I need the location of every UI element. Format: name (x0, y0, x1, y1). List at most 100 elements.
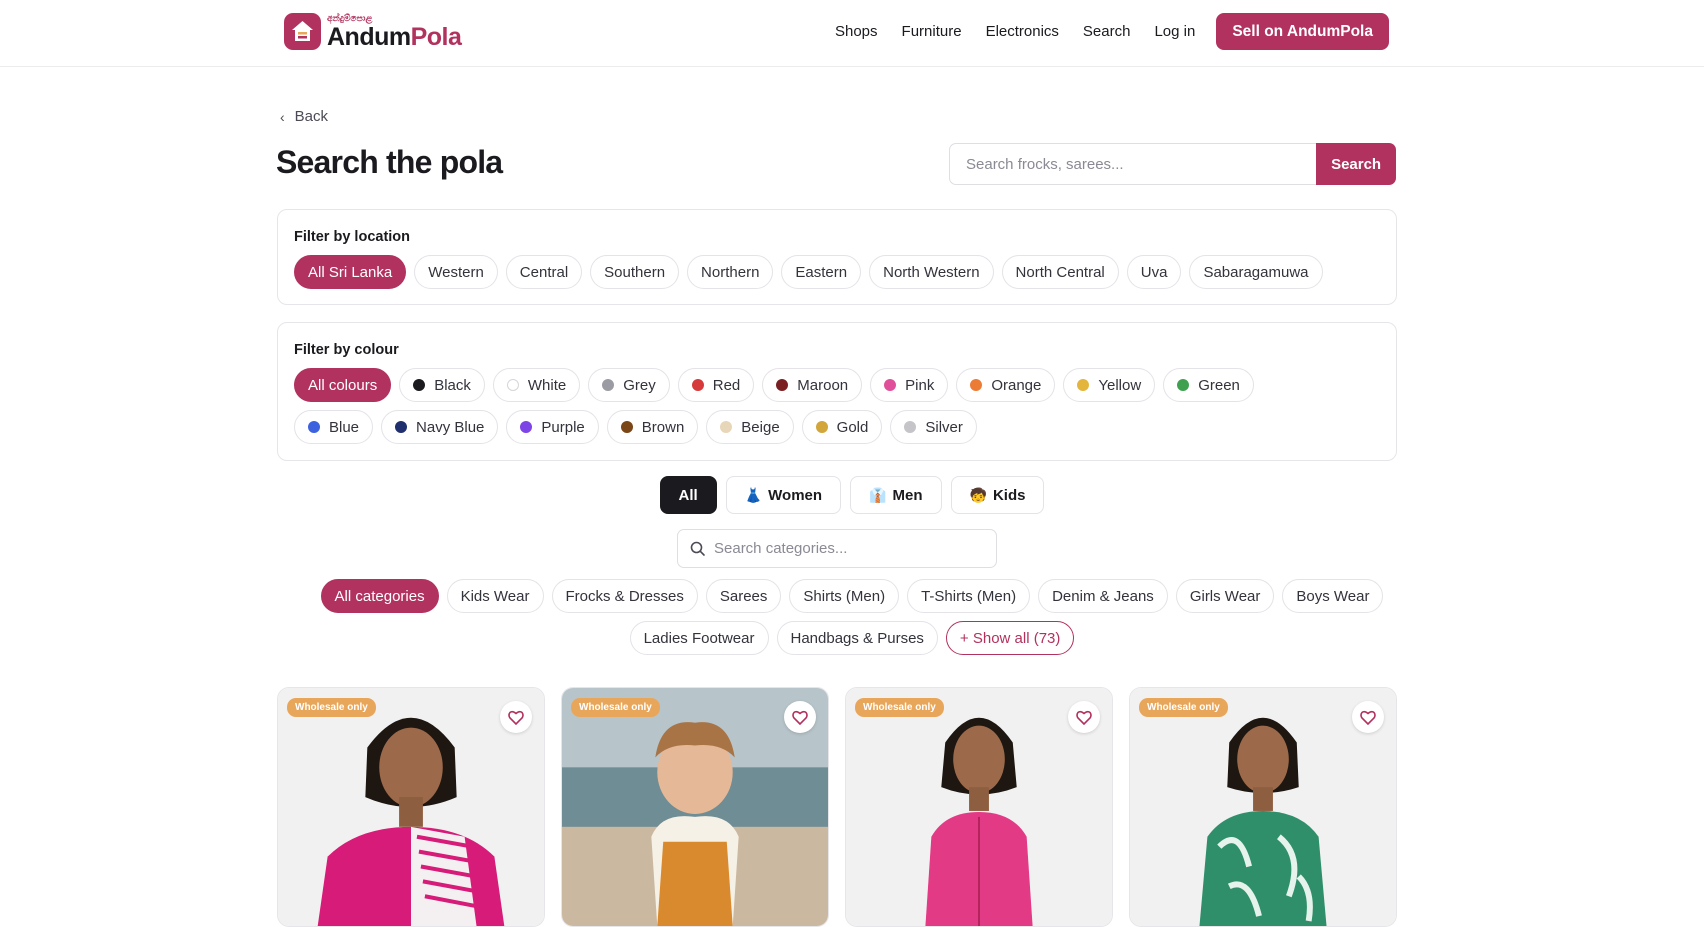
colour-swatch-icon (1077, 379, 1090, 391)
nav-login[interactable]: Log in (1154, 23, 1195, 40)
category-chip-frocks-dresses[interactable]: Frocks & Dresses (551, 579, 698, 613)
colour-chip-brown[interactable]: Brown (606, 410, 699, 444)
location-chip-north-western[interactable]: North Western (869, 255, 994, 289)
location-chip-central[interactable]: Central (505, 255, 583, 289)
search-icon (690, 541, 705, 556)
colour-chip-pink[interactable]: Pink (870, 368, 949, 402)
colour-chip-navy-blue[interactable]: Navy Blue (381, 410, 499, 444)
logo-wordmark: AndumPola (327, 23, 462, 51)
nav-furniture[interactable]: Furniture (902, 23, 962, 40)
location-chip-north-central[interactable]: North Central (1001, 255, 1119, 289)
product-card[interactable]: Wholesale only (845, 687, 1113, 927)
colour-chip-yellow[interactable]: Yellow (1063, 368, 1156, 402)
colour-chip-label: Red (712, 376, 741, 394)
colour-chip-maroon[interactable]: Maroon (762, 368, 863, 402)
location-filter-panel: Filter by location All Sri Lanka Western C… (277, 209, 1397, 305)
category-chip-ladies-footwear[interactable]: Ladies Footwear (629, 621, 769, 655)
show-all-categories-button[interactable]: + Show all (73) (945, 621, 1075, 655)
category-chip-denim-jeans[interactable]: Denim & Jeans (1038, 579, 1168, 613)
category-chip-girls-wear[interactable]: Girls Wear (1175, 579, 1275, 613)
top-header: අන්දුම්පොළ AndumPola Shops Furniture Ele… (0, 0, 1704, 67)
colour-chips: All colours Black White Grey Red Maroon Pink O… (294, 368, 1294, 444)
category-chip-kids-wear[interactable]: Kids Wear (446, 579, 544, 613)
colour-chip-blue[interactable]: Blue (294, 410, 374, 444)
tab-all[interactable]: All (659, 476, 717, 514)
colour-swatch-icon (308, 421, 320, 433)
colour-chip-black[interactable]: Black (399, 368, 485, 402)
category-chip-t-shirts-men[interactable]: T-Shirts (Men) (907, 579, 1031, 613)
colour-chip-label: Purple (541, 418, 585, 436)
search-button[interactable]: Search (1316, 143, 1396, 185)
child-icon: 🧒 (969, 486, 987, 503)
product-card[interactable]: Wholesale only (561, 687, 829, 927)
category-search (677, 529, 997, 568)
colour-swatch-icon (620, 421, 633, 433)
colour-chip-label: Gold (836, 418, 869, 436)
nav-search[interactable]: Search (1083, 23, 1131, 40)
colour-chip-purple[interactable]: Purple (506, 410, 599, 444)
category-chip-boys-wear[interactable]: Boys Wear (1282, 579, 1384, 613)
favorite-heart-icon[interactable] (784, 701, 816, 733)
sell-button[interactable]: Sell on AndumPola (1216, 13, 1389, 50)
dress-icon: 👗 (744, 486, 763, 503)
location-chip-northern[interactable]: Northern (687, 255, 774, 289)
category-chips-row-1: All categories Kids Wear Frocks & Dresses S… (0, 579, 1704, 613)
colour-swatch-icon (904, 421, 917, 433)
favorite-heart-icon[interactable] (1352, 701, 1384, 733)
location-chip-western[interactable]: Western (414, 255, 498, 289)
colour-chip-label: Navy Blue (416, 418, 485, 436)
nav-electronics[interactable]: Electronics (986, 23, 1059, 40)
colour-chip-gold[interactable]: Gold (801, 410, 883, 444)
category-chip-sarees[interactable]: Sarees (705, 579, 782, 613)
location-chip-sabaragamuwa[interactable]: Sabaragamuwa (1189, 255, 1323, 289)
back-link[interactable]: ‹ Back (280, 108, 328, 125)
location-chip-uva[interactable]: Uva (1126, 255, 1182, 289)
colour-chip-label: Yellow (1098, 376, 1142, 394)
location-chip-southern[interactable]: Southern (590, 255, 680, 289)
colour-chip-orange[interactable]: Orange (956, 368, 1056, 402)
colour-swatch-icon (602, 379, 615, 391)
colour-chip-label: Black (434, 376, 471, 394)
colour-filter-title: Filter by colour (294, 342, 399, 358)
favorite-heart-icon[interactable] (1068, 701, 1100, 733)
location-chip-eastern[interactable]: Eastern (781, 255, 862, 289)
wholesale-badge: Wholesale only (571, 698, 660, 717)
colour-chip-white[interactable]: White (492, 368, 581, 402)
colour-swatch-icon (506, 379, 519, 391)
search-input[interactable] (949, 143, 1317, 185)
category-chip-handbags-purses[interactable]: Handbags & Purses (776, 621, 938, 655)
logo[interactable]: අන්දුම්පොළ AndumPola (284, 13, 462, 51)
category-chip-shirts-men[interactable]: Shirts (Men) (789, 579, 900, 613)
wholesale-badge: Wholesale only (1139, 698, 1228, 717)
colour-chip-label: Maroon (797, 376, 849, 394)
colour-swatch-icon (691, 379, 704, 391)
gender-tabs: All 👗 Women 👔 Men 🧒 Kids (0, 476, 1704, 514)
colour-chip-red[interactable]: Red (677, 368, 755, 402)
favorite-heart-icon[interactable] (500, 701, 532, 733)
logo-house-icon (284, 13, 321, 50)
location-chips: All Sri Lanka Western Central Southern North… (294, 255, 1384, 289)
product-card[interactable]: Wholesale only (1129, 687, 1397, 927)
colour-swatch-icon (395, 421, 408, 433)
nav-shops[interactable]: Shops (835, 23, 878, 40)
colour-chip-silver[interactable]: Silver (890, 410, 977, 444)
product-card[interactable]: Wholesale only (277, 687, 545, 927)
tab-kids[interactable]: 🧒 Kids (950, 476, 1045, 514)
colour-chip-all[interactable]: All colours (294, 368, 392, 402)
category-chips-row-2: Ladies Footwear Handbags & Purses + Show a… (0, 621, 1704, 655)
colour-swatch-icon (884, 379, 897, 391)
colour-swatch-icon (815, 421, 828, 433)
colour-chip-label: Green (1198, 376, 1240, 394)
colour-chip-label: Blue (329, 418, 360, 436)
category-search-input[interactable] (714, 540, 974, 557)
tab-men[interactable]: 👔 Men (850, 476, 942, 514)
colour-chip-beige[interactable]: Beige (706, 410, 794, 444)
colour-chip-grey[interactable]: Grey (588, 368, 670, 402)
tab-women[interactable]: 👗 Women (725, 476, 842, 514)
colour-chip-label: Grey (623, 376, 656, 394)
colour-chip-green[interactable]: Green (1163, 368, 1254, 402)
wholesale-badge: Wholesale only (855, 698, 944, 717)
colour-swatch-icon (520, 421, 533, 433)
location-chip-all-sri-lanka[interactable]: All Sri Lanka (294, 255, 407, 289)
category-chip-all-categories[interactable]: All categories (320, 579, 439, 613)
